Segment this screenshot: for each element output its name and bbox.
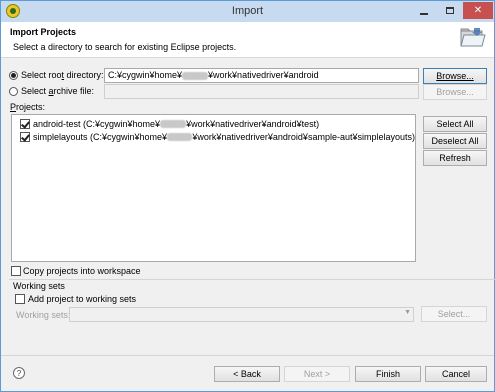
refresh-button[interactable]: Refresh — [423, 150, 487, 166]
projects-label: Projects: — [10, 102, 46, 112]
project-checkbox[interactable] — [20, 131, 30, 142]
working-sets-group-label: Working sets — [13, 281, 65, 291]
select-root-radio[interactable] — [9, 71, 18, 80]
list-item[interactable]: android-test (C:¥cygwin¥home¥ ¥work¥nativ… — [12, 117, 415, 130]
wizard-banner: Import Projects Select a directory to se… — [1, 22, 494, 58]
projects-list[interactable]: android-test (C:¥cygwin¥home¥ ¥work¥nativ… — [11, 114, 416, 262]
select-archive-label[interactable]: Select archive file: — [21, 86, 94, 96]
root-directory-input[interactable]: C:¥cygwin¥home¥ ¥work¥nativedriver¥androi… — [104, 68, 419, 83]
redacted-username — [182, 71, 209, 80]
working-sets-combo[interactable]: ▼ — [69, 307, 414, 322]
close-icon: ✕ — [473, 5, 483, 16]
working-sets-combo-label: Working sets: — [16, 310, 71, 320]
copy-projects-label[interactable]: Copy projects into workspace — [23, 266, 141, 276]
browse-archive-button[interactable]: Browse... — [423, 84, 487, 100]
redacted-username — [167, 132, 193, 141]
project-checkbox[interactable] — [20, 118, 30, 129]
deselect-all-button[interactable]: Deselect All — [423, 133, 487, 149]
add-to-working-sets-checkbox[interactable] — [15, 294, 25, 304]
maximize-button[interactable] — [437, 2, 463, 19]
add-to-working-sets-label[interactable]: Add project to working sets — [28, 294, 136, 304]
minimize-icon — [420, 12, 428, 15]
footer-separator — [1, 355, 494, 356]
title-bar[interactable]: Import ✕ — [1, 1, 494, 22]
archive-file-input[interactable] — [104, 84, 419, 99]
copy-projects-checkbox[interactable] — [11, 266, 21, 276]
next-button[interactable]: Next > — [284, 366, 350, 382]
folder-icon — [460, 28, 486, 47]
cancel-button[interactable]: Cancel — [425, 366, 487, 382]
banner-description: Select a directory to search for existin… — [13, 42, 237, 52]
select-archive-radio[interactable] — [9, 87, 18, 96]
banner-title: Import Projects — [10, 27, 77, 37]
chevron-down-icon: ▼ — [404, 309, 411, 316]
maximize-icon — [446, 7, 454, 14]
help-icon[interactable]: ? — [13, 367, 25, 379]
select-working-sets-button[interactable]: Select... — [421, 306, 487, 322]
redacted-username — [160, 119, 187, 128]
browse-root-button[interactable]: Browse... — [423, 68, 487, 84]
select-all-button[interactable]: Select All — [423, 116, 487, 132]
back-button[interactable]: < Back — [214, 366, 280, 382]
select-root-label[interactable]: Select root directory: — [21, 70, 104, 80]
minimize-button[interactable] — [411, 2, 437, 19]
list-item[interactable]: simplelayouts (C:¥cygwin¥home¥ ¥work¥nati… — [12, 130, 415, 143]
finish-button[interactable]: Finish — [355, 366, 421, 382]
close-button[interactable]: ✕ — [463, 2, 493, 19]
import-dialog: Import ✕ Import Projects Select a direct… — [0, 0, 495, 392]
